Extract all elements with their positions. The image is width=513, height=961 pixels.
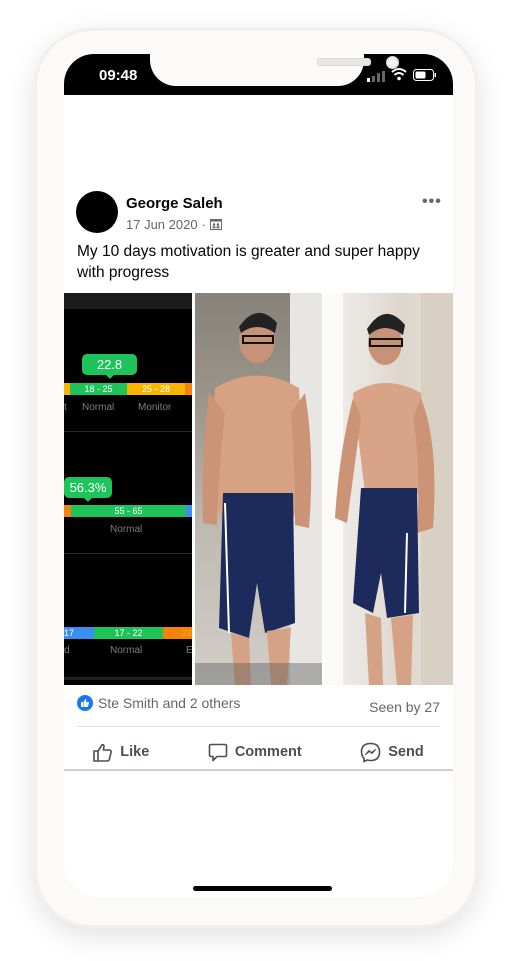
comment-button[interactable]: Comment xyxy=(208,743,302,762)
like-reaction-icon xyxy=(77,695,93,711)
body-water-bubble: 56.3% xyxy=(64,477,112,502)
speaker xyxy=(317,58,371,66)
notch xyxy=(150,54,399,86)
phone-screen: 09:48 George Saleh 17 Jun 2020 · ••• My … xyxy=(64,54,453,897)
stat-band: 25 - 28 xyxy=(127,383,185,395)
send-label: Send xyxy=(388,744,424,760)
stat-divider xyxy=(64,431,192,432)
comment-icon xyxy=(208,743,228,761)
person-figure xyxy=(325,293,453,685)
post-actions: Like Comment Send xyxy=(64,734,453,770)
photo-side-view[interactable] xyxy=(325,293,453,685)
stat-label: Normal xyxy=(110,524,143,535)
photo-stats[interactable]: 22.8 18 - 25 25 - 28 t Normal Monitor 56… xyxy=(64,293,192,685)
like-button[interactable]: Like xyxy=(93,743,149,762)
more-options-icon[interactable]: ••• xyxy=(422,193,442,211)
meta-separator: · xyxy=(201,217,206,232)
post-bottom-divider xyxy=(64,769,453,771)
seen-count[interactable]: Seen by 27 xyxy=(369,699,440,715)
stat-label: E xyxy=(186,645,192,656)
stat-label: t xyxy=(64,402,67,413)
stat-divider xyxy=(64,677,192,680)
stats-topbar xyxy=(64,293,192,309)
friends-icon xyxy=(209,219,222,230)
wifi-icon xyxy=(391,68,407,81)
home-indicator[interactable] xyxy=(193,886,332,891)
stat-band xyxy=(186,505,192,517)
bmi-value-bubble: 22.8 xyxy=(82,354,137,379)
send-button[interactable]: Send xyxy=(360,742,424,763)
photo-front-view[interactable] xyxy=(195,293,322,685)
reactions-summary[interactable]: Ste Smith and 2 others xyxy=(77,695,240,711)
stat-band: 55 - 65 xyxy=(71,505,186,517)
author-name[interactable]: George Saleh xyxy=(126,195,223,212)
stat-band: 17 xyxy=(64,627,94,639)
person-figure xyxy=(195,293,322,685)
stat-label: Normal xyxy=(110,645,143,656)
stat-band: 18 - 25 xyxy=(70,383,127,395)
stat-label: Normal xyxy=(82,402,115,413)
stat-band: 22 xyxy=(163,627,192,639)
stat-label: d xyxy=(64,645,70,656)
cellular-signal-icon xyxy=(367,71,385,82)
photo-grid: 22.8 18 - 25 25 - 28 t Normal Monitor 56… xyxy=(64,293,453,685)
status-bar: 09:48 xyxy=(64,54,453,95)
stat-band: 17 - 22 xyxy=(94,627,163,639)
post-caption: My 10 days motivation is greater and sup… xyxy=(77,243,420,281)
stat-band xyxy=(64,505,71,517)
reactions-divider xyxy=(77,726,440,727)
reactions-text[interactable]: Ste Smith and 2 others xyxy=(98,695,240,711)
battery-icon xyxy=(413,69,436,81)
stat-band xyxy=(185,383,192,395)
stat-divider xyxy=(64,553,192,554)
stat-label: Monitor xyxy=(138,402,172,413)
thumbs-up-icon xyxy=(93,743,113,762)
messenger-icon xyxy=(360,742,381,763)
status-time: 09:48 xyxy=(99,67,138,84)
comment-label: Comment xyxy=(234,744,302,760)
like-label: Like xyxy=(120,744,150,760)
avatar[interactable] xyxy=(76,191,118,233)
post-meta: 17 Jun 2020 · xyxy=(126,217,222,232)
post-date[interactable]: 17 Jun 2020 xyxy=(126,217,198,232)
